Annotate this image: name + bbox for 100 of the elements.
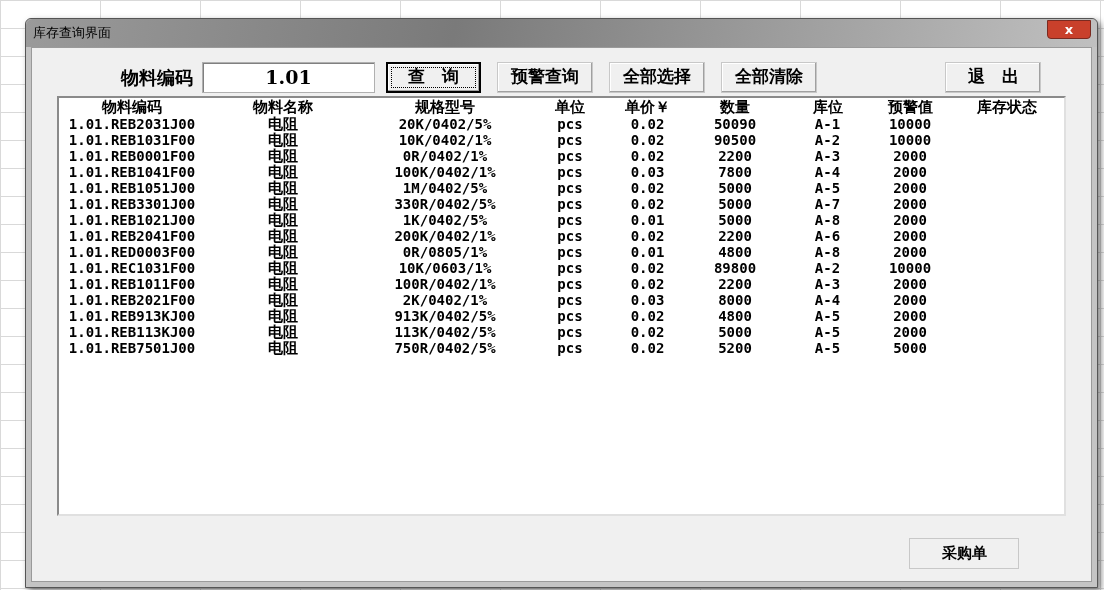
- table-cell-text: 2000: [892, 308, 928, 324]
- table-cell-text: 2200: [717, 276, 753, 292]
- table-cell-text: 1.01.REB1031F00: [67, 132, 197, 148]
- table-cell-text: 5000: [717, 324, 753, 340]
- table-cell-text: 10K/0603/1%: [397, 260, 493, 276]
- table-cell-text: A-3: [813, 148, 842, 164]
- column-header: 数量: [719, 99, 751, 116]
- toolbar-button[interactable]: 查 询: [386, 61, 481, 93]
- table-cell-text: A-3: [813, 276, 842, 292]
- table-cell-text: 0.02: [629, 276, 666, 292]
- table-cell-text: pcs: [556, 228, 584, 244]
- table-cell-text: 2000: [892, 228, 928, 244]
- table-cell-text: 2000: [892, 148, 928, 164]
- table-cell-text: 1M/0402/5%: [401, 180, 489, 196]
- table-cell-text: 1.01.REB0001F00: [67, 148, 197, 164]
- table-cell-text: 1.01.REB3301J00: [67, 196, 197, 212]
- table-cell-text: 10K/0402/1%: [397, 132, 493, 148]
- table-cell-text: 电阻: [266, 244, 299, 260]
- table-cell-text: 1.01.REC1031F00: [67, 260, 197, 276]
- table-cell-text: 113K/0402/5%: [393, 324, 497, 340]
- table-cell-text: 5000: [717, 196, 753, 212]
- table-cell-text: 0.01: [629, 244, 666, 260]
- column-header: 物料编码: [100, 99, 163, 116]
- table-cell-text: 1.01.REB7501J00: [67, 340, 197, 356]
- table-cell-text: 100R/0402/1%: [393, 276, 497, 292]
- table-cell-text: 2000: [892, 276, 928, 292]
- purchase-order-button[interactable]: 采购单: [909, 538, 1019, 569]
- table-cell-text: pcs: [556, 180, 584, 196]
- table-cell-text: 2000: [892, 180, 928, 196]
- table-cell-text: 1.01.REB2041F00: [67, 228, 197, 244]
- table-cell-text: 200K/0402/1%: [393, 228, 497, 244]
- table-cell-text: A-4: [813, 292, 842, 308]
- table-cell-text: 电阻: [266, 292, 299, 308]
- table-cell-text: 0R/0805/1%: [401, 244, 489, 260]
- window-title: 库存查询界面: [33, 24, 111, 43]
- table-cell-text: 913K/0402/5%: [393, 308, 497, 324]
- table-cell-text: 0.01: [629, 212, 666, 228]
- table-cell-text: A-2: [813, 132, 842, 148]
- table-cell-text: 电阻: [266, 164, 299, 180]
- search-label: 物料编码: [121, 65, 193, 90]
- exit-button[interactable]: 退 出: [945, 61, 1041, 93]
- table-cell-text: pcs: [556, 340, 584, 356]
- table-cell-text: A-4: [813, 164, 842, 180]
- column-header: 库位: [811, 99, 844, 116]
- table-cell-text: 1.01.REB913KJ00: [67, 308, 197, 324]
- table-cell-text: 20K/0402/5%: [397, 116, 493, 132]
- table-cell-text: 0.03: [629, 292, 666, 308]
- toolbar-button[interactable]: 全部清除: [721, 61, 817, 93]
- table-cell-text: 0.02: [629, 148, 666, 164]
- table-cell-text: pcs: [556, 148, 584, 164]
- table-cell-text: 2200: [717, 228, 753, 244]
- table-cell-text: 电阻: [266, 132, 299, 148]
- table-cell-text: 89800: [712, 260, 758, 276]
- table-cell-text: 0.02: [629, 324, 666, 340]
- table-cell-text: 5000: [717, 180, 753, 196]
- column-header: 预警值: [886, 99, 934, 116]
- table-cell-text: 电阻: [266, 180, 299, 196]
- table-cell-text: 7800: [717, 164, 753, 180]
- table-cell-text: pcs: [556, 276, 584, 292]
- table-cell-text: 4800: [717, 244, 753, 260]
- table-cell-text: 电阻: [266, 324, 299, 340]
- table-cell-text: pcs: [556, 116, 584, 132]
- table-cell-text: 2K/0402/1%: [401, 292, 489, 308]
- table-cell-text: 2000: [892, 164, 928, 180]
- table-cell-text: 0.02: [629, 228, 666, 244]
- table-cell-text: 1.01.REB1051J00: [67, 180, 197, 196]
- material-code-field[interactable]: 1.01: [202, 61, 375, 93]
- table-cell-text: 100K/0402/1%: [393, 164, 497, 180]
- toolbar-button[interactable]: 预警查询: [497, 61, 593, 93]
- table-cell-text: 1.01.RED0003F00: [67, 244, 197, 260]
- table-cell-text: 电阻: [266, 196, 299, 212]
- table-cell-text: 750R/0402/5%: [393, 340, 497, 356]
- table-cell-text: pcs: [556, 132, 584, 148]
- table-cell-text: A-8: [813, 212, 842, 228]
- table-cell-text: 90500: [712, 132, 758, 148]
- table-cell-text: A-5: [813, 180, 842, 196]
- table-cell-text: pcs: [556, 308, 584, 324]
- table-cell-text: 5000: [717, 212, 753, 228]
- inventory-list[interactable]: [57, 96, 1066, 516]
- column-header: 物料名称: [251, 99, 314, 116]
- table-cell-text: A-5: [813, 340, 842, 356]
- table-cell-text: pcs: [556, 292, 584, 308]
- table-cell-text: 330R/0402/5%: [393, 196, 497, 212]
- table-cell-text: 0R/0402/1%: [401, 148, 489, 164]
- column-header: 规格型号: [414, 99, 476, 116]
- column-header: 库存状态: [976, 99, 1038, 116]
- table-cell-text: 2000: [892, 212, 928, 228]
- close-button[interactable]: x: [1047, 19, 1091, 39]
- table-cell-text: 5000: [892, 340, 928, 356]
- table-cell-text: 0.02: [629, 180, 666, 196]
- table-cell-text: A-2: [813, 260, 842, 276]
- table-cell-text: 电阻: [266, 228, 299, 244]
- table-cell-text: 1.01.REB1021J00: [67, 212, 197, 228]
- toolbar-button[interactable]: 全部选择: [609, 61, 705, 93]
- table-cell-text: 电阻: [266, 148, 299, 164]
- table-cell-text: 0.02: [629, 340, 666, 356]
- table-cell-text: 8000: [717, 292, 753, 308]
- table-cell-text: 2000: [892, 196, 928, 212]
- table-cell-text: 电阻: [266, 212, 299, 228]
- table-cell-text: 电阻: [266, 116, 299, 132]
